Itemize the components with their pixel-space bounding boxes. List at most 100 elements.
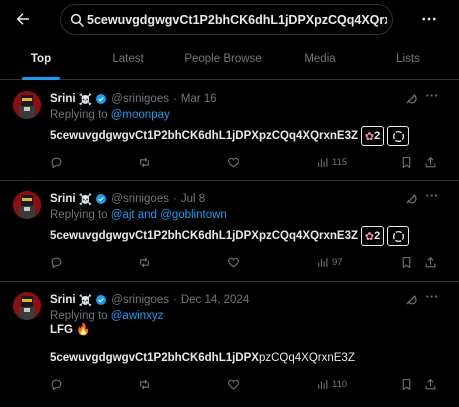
retweet-button[interactable] [138,376,151,392]
more-icon[interactable]: ··· [424,189,440,205]
separator-dot: · [172,93,177,105]
views-button[interactable]: 115 [316,154,347,170]
reaction-chip[interactable]: ✿ 2 [361,226,385,246]
tab-people[interactable]: People Browse [184,38,262,80]
flower-icon: ✿ [364,230,375,243]
tweet-date[interactable]: Dec 14, 2024 [181,294,249,306]
chip-count: 2 [374,130,381,142]
search-box[interactable] [60,4,393,35]
share-button[interactable] [424,376,437,392]
views-button[interactable]: 110 [316,376,347,392]
reply-mention-link[interactable]: @awinxyz [111,310,164,322]
avatar[interactable] [13,91,41,119]
bar-chart-icon [318,257,328,267]
name-emoji: ☠️ [78,193,93,206]
grok-icon[interactable] [404,192,418,206]
handle[interactable]: @srinigoes [111,294,169,306]
tweet[interactable]: Srini ☠️ @srinigoes · Dec 14, 2024 ··· R… [0,282,459,407]
reaction-chip[interactable]: ✿ 2 [361,126,385,146]
search-tabs: Top Latest People Browse Media Lists [0,38,459,80]
tweet[interactable]: Srini ☠️ @srinigoes · Mar 16 ··· Replyin… [0,81,459,181]
views-count: 115 [332,156,348,168]
reply-button[interactable] [50,254,63,270]
share-icon [425,378,436,389]
tab-top[interactable]: Top [10,38,72,80]
tweet-text-line2: 5cewuvgdgwgvCt1P2bhCK6dhL1jDPXpzCQq4XQrx… [50,352,355,364]
tab-media[interactable]: Media [284,38,356,80]
grok-icon[interactable] [404,293,418,307]
avatar[interactable] [13,191,41,219]
like-button[interactable] [227,254,240,270]
share-icon [425,256,436,267]
reply-button[interactable] [50,376,63,392]
display-name[interactable]: Srini [50,294,76,306]
like-button[interactable] [227,154,240,170]
handle[interactable]: @srinigoes [111,193,169,205]
replying-prefix: Replying to [50,310,108,322]
flower-icon: ✿ [364,130,375,143]
share-button[interactable] [424,254,437,270]
avatar[interactable] [13,292,41,320]
replying-prefix: Replying to [50,109,108,121]
more-icon[interactable]: ··· [424,89,440,105]
tweet-header: Srini ☠️ @srinigoes · Jul 8 [50,191,205,207]
chip-count: 2 [374,230,381,242]
separator-dot: · [172,193,177,205]
verified-badge-icon[interactable] [95,294,107,306]
like-button[interactable] [227,376,240,392]
replying-to: Replying to @moonpay [50,109,170,121]
reply-mention-link[interactable]: @ajt and @goblintown [111,209,227,221]
bookmark-icon [402,156,411,168]
tweet-header: Srini ☠️ @srinigoes · Dec 14, 2024 [50,292,249,308]
grok-icon[interactable] [404,92,418,106]
search-icon [70,13,84,27]
verified-badge-icon[interactable] [95,193,107,205]
tweet-date[interactable]: Mar 16 [181,93,217,105]
bookmark-button[interactable] [400,376,413,392]
tweet-text-bold: 5cewuvgdgwgvCt1P2bhCK6dhL1jDPX [50,352,259,364]
reply-button[interactable] [50,154,63,170]
bookmark-button[interactable] [400,154,413,170]
tweet[interactable]: Srini ☠️ @srinigoes · Jul 8 ··· Replying… [0,181,459,282]
handle[interactable]: @srinigoes [111,93,169,105]
swirl-chip[interactable] [387,226,410,246]
tab-label: Media [304,53,336,65]
name-emoji: ☠️ [78,294,93,307]
back-arrow-icon[interactable] [12,8,34,30]
active-tab-indicator [22,77,60,80]
tab-latest[interactable]: Latest [88,38,168,80]
bookmark-icon [402,256,411,268]
views-button[interactable]: 97 [316,254,343,270]
retweet-button[interactable] [138,154,151,170]
heart-icon [228,379,239,389]
reply-mention-link[interactable]: @moonpay [111,109,170,121]
reply-icon [51,157,62,168]
replying-to: Replying to @awinxyz [50,310,163,322]
swirl-chip[interactable] [387,126,410,146]
verified-badge-icon[interactable] [95,93,107,105]
retweet-icon [140,157,149,167]
more-icon[interactable]: ··· [424,290,440,306]
bar-chart-icon [318,379,328,389]
share-icon [425,156,436,167]
more-options-icon[interactable] [418,8,440,30]
search-input[interactable] [87,11,387,29]
tweet-text: 5cewuvgdgwgvCt1P2bhCK6dhL1jDPXpzCQq4XQrx… [50,226,410,246]
display-name[interactable]: Srini [50,93,76,105]
bookmark-button[interactable] [400,254,413,270]
tweet-text-content: 5cewuvgdgwgvCt1P2bhCK6dhL1jDPXpzCQq4XQrx… [50,130,359,142]
retweet-button[interactable] [138,254,151,270]
tab-label: Lists [396,53,420,65]
tab-label: People Browse [184,53,262,65]
display-name[interactable]: Srini [50,193,76,205]
bookmark-icon [402,378,411,390]
tab-lists[interactable]: Lists [374,38,442,80]
tweet-text-content: LFG 🔥 [50,324,91,336]
retweet-icon [140,379,149,389]
share-button[interactable] [424,154,437,170]
tweet-actions: 115 [0,154,459,170]
top-bar [0,0,459,38]
swirl-icon [392,230,404,242]
tweet-date[interactable]: Jul 8 [181,193,205,205]
separator-dot: · [172,294,177,306]
